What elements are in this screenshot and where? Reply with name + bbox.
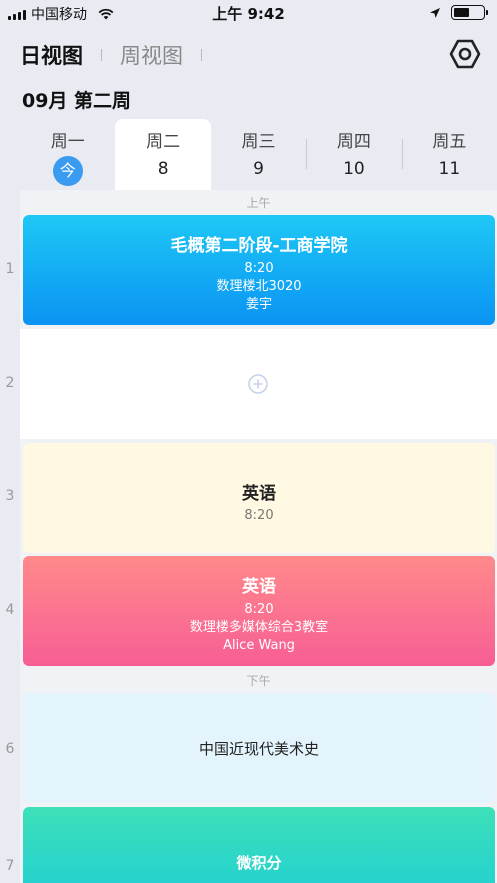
day-divider [401, 139, 403, 169]
course-card[interactable]: 英语 8:20 [23, 443, 495, 553]
period-number: 2 [5, 375, 15, 391]
empty-slot[interactable] [20, 329, 497, 439]
day-name: 周一 [50, 132, 85, 152]
period-number: 3 [5, 488, 15, 504]
course-card[interactable]: 微积分 [23, 807, 495, 883]
course-title: 毛概第二阶段-工商学院 [170, 236, 348, 256]
period-number: 6 [5, 741, 15, 757]
day-number: 10 [343, 159, 365, 179]
battery-icon [451, 5, 488, 20]
header: 日视图 周视图 [0, 26, 497, 86]
day-divider [306, 139, 308, 169]
period-number: 7 [5, 858, 15, 874]
day-name: 周三 [241, 132, 276, 152]
today-badge: 今 [52, 156, 83, 186]
course-location: 数理楼北3020 [216, 279, 302, 294]
day-name: 周五 [432, 132, 467, 152]
course-title: 英语 [242, 577, 276, 597]
day-name: 周四 [336, 132, 371, 152]
section-label-morning: 上午 [246, 196, 271, 210]
course-time: 8:20 [244, 602, 274, 617]
day-number: 8 [157, 159, 169, 179]
day-tab-mon[interactable]: 周一 今 [20, 119, 115, 190]
tab-week-view[interactable]: 周视图 [120, 40, 183, 70]
course-card[interactable]: 毛概第二阶段-工商学院 8:20 数理楼北3020 姜宇 [23, 215, 495, 325]
location-icon [430, 7, 440, 18]
period-number: 1 [5, 261, 15, 277]
day-name: 周二 [146, 132, 181, 152]
course-title: 微积分 [236, 854, 282, 872]
section-label-afternoon: 下午 [246, 674, 271, 688]
course-title: 英语 [242, 484, 276, 504]
course-card[interactable]: 英语 8:20 数理楼多媒体综合3教室 Alice Wang [23, 556, 495, 666]
settings-icon[interactable] [449, 38, 481, 70]
day-tab-wed[interactable]: 周三 9 [211, 119, 306, 190]
day-tab-thu[interactable]: 周四 10 [306, 119, 401, 190]
course-title: 中国近现代美术史 [198, 740, 319, 758]
view-tabs: 日视图 周视图 [20, 40, 220, 70]
day-tab-fri[interactable]: 周五 11 [401, 119, 497, 190]
tab-day-view[interactable]: 日视图 [20, 40, 83, 70]
course-location: 数理楼多媒体综合3教室 [189, 620, 329, 635]
day-selector: 周一 今 周二 8 周三 9 周四 10 周五 11 [20, 119, 497, 190]
period-number: 4 [5, 602, 15, 618]
add-circle-icon[interactable] [247, 373, 269, 395]
status-right [429, 5, 488, 20]
day-tab-tue[interactable]: 周二 8 [115, 119, 211, 190]
tab-divider [101, 49, 102, 61]
status-bar: 中国移动 上午 9:42 [0, 0, 497, 26]
week-title: 09月 第二周 [22, 90, 132, 112]
day-number: 11 [438, 159, 461, 179]
day-number: 9 [253, 159, 264, 179]
course-teacher: Alice Wang [223, 638, 295, 653]
course-time: 8:20 [244, 261, 274, 276]
course-card[interactable]: 中国近现代美术史 [23, 693, 495, 803]
day-schedule[interactable]: 上午 毛概第二阶段-工商学院 8:20 数理楼北3020 姜宇 英语 8:20 … [20, 190, 497, 883]
battery-level [454, 8, 470, 17]
course-teacher: 姜宇 [245, 297, 272, 312]
tab-divider [201, 49, 202, 61]
course-time: 8:20 [244, 508, 274, 523]
period-column: 1 2 3 4 6 7 [0, 190, 20, 883]
status-time: 上午 9:42 [212, 5, 285, 23]
